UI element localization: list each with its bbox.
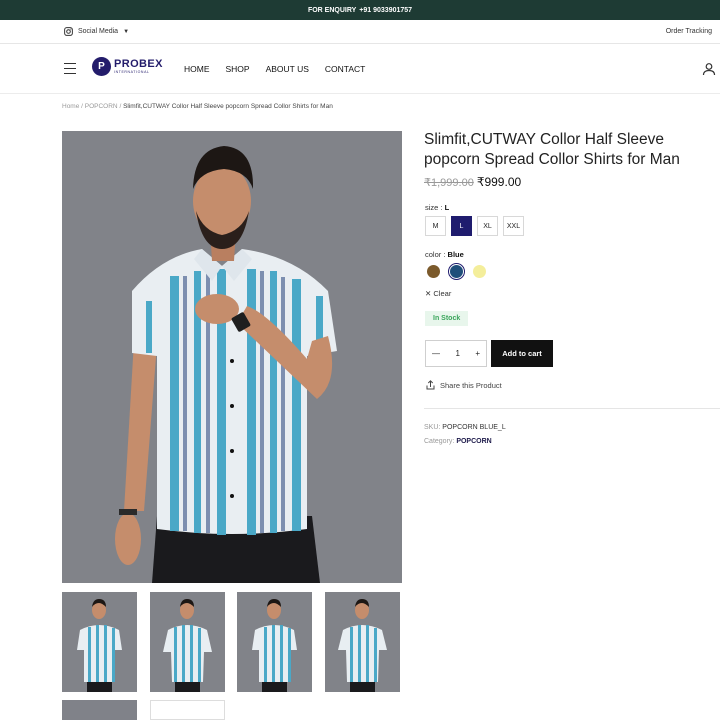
enquiry-phone[interactable]: +91 9033901757 xyxy=(359,7,412,14)
nav-about-us[interactable]: ABOUT US xyxy=(266,64,309,74)
order-tracking-link[interactable]: Order Tracking xyxy=(666,28,712,35)
color-label: color : Blue xyxy=(425,250,464,259)
breadcrumb-current: Slimfit,CUTWAY Collor Half Sleeve popcor… xyxy=(123,103,333,110)
clear-selection-button[interactable]: ✕ Clear xyxy=(425,289,451,298)
old-price: ₹1,999.00 xyxy=(424,177,474,189)
sku-value: POPCORN BLUE_L xyxy=(442,424,506,431)
plus-icon[interactable]: + xyxy=(475,349,480,358)
sku-label: SKU: xyxy=(424,424,441,431)
color-label-text: color : xyxy=(425,250,446,259)
logo[interactable]: P PROBEX INTERNATIONAL xyxy=(92,57,163,76)
size-option-xxl[interactable]: XXL xyxy=(503,216,524,236)
sale-price: ₹999.00 xyxy=(476,175,522,189)
color-swatch-yellow[interactable] xyxy=(471,263,488,280)
enquiry-label: FOR ENQUIRY xyxy=(307,6,357,14)
color-selected: Blue xyxy=(447,250,464,259)
size-label: size : L xyxy=(425,203,449,212)
thumbnail-4[interactable] xyxy=(325,592,400,692)
size-label-text: size : xyxy=(425,203,443,212)
share-label: Share this Product xyxy=(440,380,502,390)
divider xyxy=(424,408,720,409)
nav-shop[interactable]: SHOP xyxy=(226,64,250,74)
color-swatches xyxy=(425,263,488,280)
color-swatch-brown[interactable] xyxy=(425,263,442,280)
utility-bar: Social Media ▼ Order Tracking xyxy=(0,20,720,44)
thumbnail-5[interactable] xyxy=(62,700,137,720)
category-label: Category: xyxy=(424,438,455,445)
thumbnail-size-chart[interactable] xyxy=(150,700,225,720)
social-media-dropdown[interactable]: Social Media ▼ xyxy=(64,27,129,36)
size-option-xl[interactable]: XL xyxy=(477,216,498,236)
breadcrumb: Home / POPCORN / Slimfit,CUTWAY Collor H… xyxy=(62,103,333,110)
product-title: Slimfit,CUTWAY Collor Half Sleeve popcor… xyxy=(424,131,680,168)
sku-row: SKU: POPCORN BLUE_L xyxy=(424,424,506,431)
size-option-m[interactable]: M xyxy=(425,216,446,236)
product-price: ₹1,999.00 ₹999.00 xyxy=(424,175,521,189)
model-photo xyxy=(62,131,402,583)
size-options: M L XL XXL xyxy=(425,216,524,236)
share-product-button[interactable]: Share this Product xyxy=(426,380,502,390)
size-selected: L xyxy=(444,203,450,212)
user-icon[interactable] xyxy=(702,62,716,76)
nav-contact[interactable]: CONTACT xyxy=(325,64,365,74)
stock-badge: In Stock xyxy=(425,311,469,326)
size-option-l[interactable]: L xyxy=(451,216,472,236)
category-link[interactable]: POPCORN xyxy=(456,438,491,445)
thumbnail-1[interactable] xyxy=(62,592,137,692)
breadcrumb-category[interactable]: POPCORN xyxy=(85,103,118,110)
nav-home[interactable]: HOME xyxy=(184,64,210,74)
main-header: P PROBEX INTERNATIONAL HOME SHOP ABOUT U… xyxy=(0,44,720,94)
chevron-down-icon: ▼ xyxy=(123,28,130,35)
thumbnail-3[interactable] xyxy=(237,592,312,692)
logo-mark-icon: P xyxy=(92,57,111,76)
breadcrumb-home[interactable]: Home xyxy=(62,103,79,110)
main-nav: HOME SHOP ABOUT US CONTACT xyxy=(184,44,381,94)
main-product-image[interactable] xyxy=(62,131,402,583)
share-icon xyxy=(426,380,435,390)
category-row: Category: POPCORN xyxy=(424,438,492,445)
enquiry-bar: FOR ENQUIRY +91 9033901757 xyxy=(0,0,720,20)
minus-icon[interactable]: — xyxy=(432,349,440,358)
logo-subtitle: INTERNATIONAL xyxy=(114,69,150,74)
close-icon: ✕ xyxy=(425,289,432,298)
instagram-icon xyxy=(64,27,73,36)
quantity-value[interactable]: 1 xyxy=(455,349,459,358)
color-swatch-blue[interactable] xyxy=(448,263,465,280)
social-media-label: Social Media xyxy=(78,28,119,35)
clear-label: Clear xyxy=(433,289,452,298)
menu-icon[interactable] xyxy=(64,63,76,74)
add-to-cart-button[interactable]: Add to cart xyxy=(491,340,553,367)
thumbnail-2[interactable] xyxy=(150,592,225,692)
quantity-stepper: — 1 + xyxy=(425,340,487,367)
logo-name: PROBEX xyxy=(114,57,163,70)
